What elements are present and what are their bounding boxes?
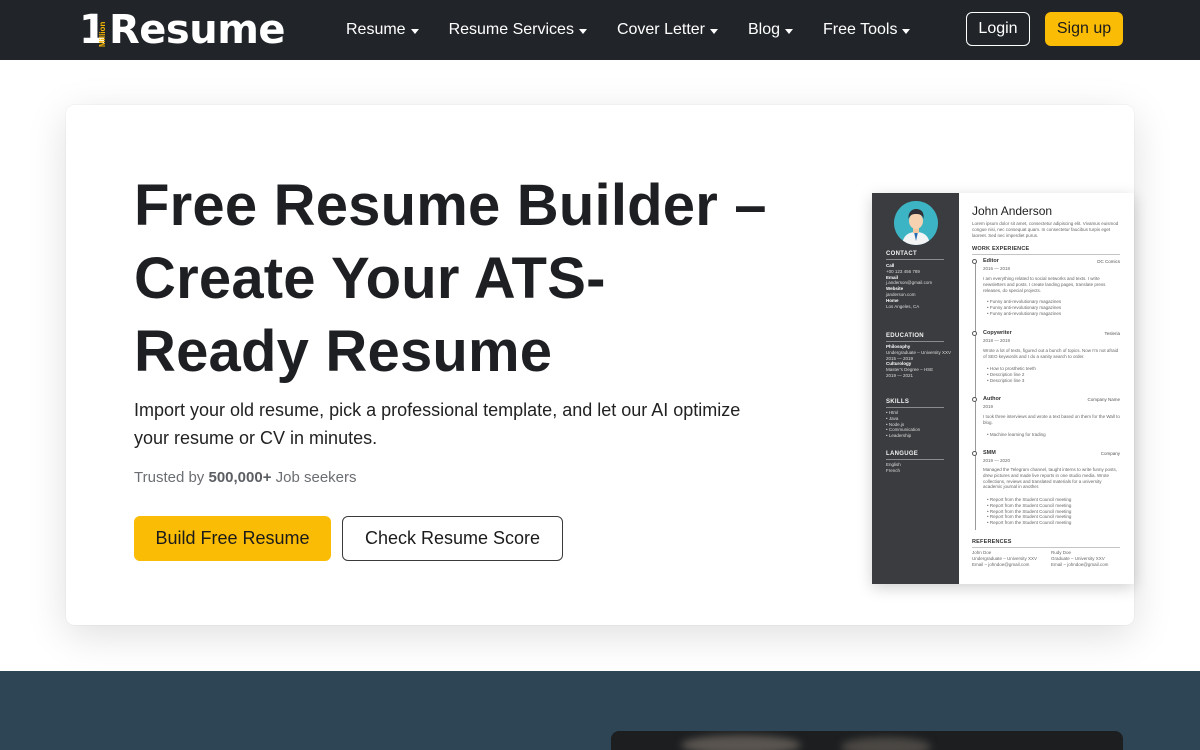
language-list: English French: [886, 462, 901, 473]
divider: [886, 341, 944, 342]
timeline-dot: [972, 451, 977, 456]
hero-card: Free Resume Builder – Create Your ATS-Re…: [66, 105, 1134, 625]
resume-main: John Anderson Lorem ipsum dolor sit amet…: [959, 193, 1134, 584]
menu-item-label: Blog: [748, 21, 781, 38]
email-label: Email: [886, 274, 899, 280]
resume-name: John Anderson: [972, 204, 1053, 218]
menu-item-label: Cover Letter: [616, 21, 705, 38]
edu2-years: 2019 — 2021: [886, 372, 914, 378]
logo-million: Million: [98, 21, 107, 47]
caret-down-icon: [710, 28, 718, 34]
job4-desc: Managed the Telegram channel, taught int…: [983, 467, 1117, 490]
education-heading: EDUCATION: [886, 333, 924, 339]
email-value: j.anderson@gmail.com: [886, 280, 933, 286]
job3-desc: I took three interviews and wrote a text…: [983, 414, 1120, 425]
job1-company: DC Comics: [1097, 259, 1120, 264]
edu1-title: Philosophy: [886, 344, 911, 349]
job4-bullets: • Report from the Student Council meetin…: [987, 497, 1072, 526]
call-label: Call: [886, 263, 895, 268]
website-label: Website: [886, 286, 904, 292]
edu2-title: Culturology: [886, 361, 912, 367]
job4-years: 2019 — 2020: [983, 458, 1011, 463]
check-resume-score-button[interactable]: Check Resume Score: [342, 516, 563, 561]
education-details: Philosophy Undergraduate – University XX…: [886, 344, 952, 379]
references-heading: REFERENCES: [972, 539, 1012, 545]
photo-highlight: [681, 735, 801, 750]
avatar-icon: [894, 201, 938, 245]
timeline-dot: [972, 397, 977, 402]
trusted-suffix: Job seekers: [275, 469, 357, 486]
divider: [886, 459, 944, 460]
main-menu: Resume Resume Services Cover Letter Blog…: [346, 0, 940, 60]
section-photo: [611, 731, 1123, 750]
call-value: +00 123 456 789: [886, 268, 920, 274]
caret-down-icon: [785, 28, 794, 34]
trusted-count: 500,000+: [208, 469, 272, 486]
job3-title: Author: [983, 396, 1002, 402]
hero-subtitle: Import your old resume, pick a professio…: [134, 400, 741, 448]
reference-1: John Doe Undergraduate – University XXV …: [972, 550, 1038, 567]
resume-summary: Lorem ipsum dolor sit amet, consectetur …: [972, 221, 1119, 238]
hero-title: Free Resume Builder – Create Your ATS-Re…: [134, 173, 767, 384]
skills-heading: SKILLS: [886, 399, 910, 405]
resume-sidebar: CONTACT Call +00 123 456 789 Email j.and…: [872, 193, 959, 584]
job1-bullets: • Funny anti-revolutionary magazines • F…: [987, 299, 1062, 316]
job3-years: 2019: [983, 404, 994, 409]
job2-years: 2018 — 2019: [983, 338, 1011, 343]
home-value: Los Angeles, CA: [886, 303, 920, 309]
contact-details: Call +00 123 456 789 Email j.anderson@gm…: [886, 263, 952, 309]
trusted-prefix: Trusted by: [134, 469, 205, 486]
edu2-detail: Master's Degree – HSE: [886, 367, 934, 373]
job1-title: Editor: [983, 258, 999, 264]
menu-item-cover-letter[interactable]: Cover Letter: [617, 21, 718, 39]
resume-template-preview: CONTACT Call +00 123 456 789 Email j.and…: [872, 193, 1134, 584]
work-experience-heading: WORK EXPERIENCE: [972, 246, 1030, 252]
menu-item-label: Resume Services: [448, 21, 574, 38]
caret-down-icon: [410, 28, 419, 34]
edu1-detail: Undergraduate – University XXV: [886, 349, 952, 355]
divider: [972, 254, 1120, 255]
divider: [886, 259, 944, 260]
job1-years: 2016 — 2018: [983, 266, 1011, 271]
logo-word: Resume: [109, 7, 286, 53]
divider: [886, 407, 944, 408]
job4-title: SMM: [983, 450, 996, 456]
timeline-line: [975, 260, 976, 530]
reference-2: Rudy Doe Graduate – University XXV Email…: [1051, 550, 1109, 567]
website-value: janderson.com: [886, 291, 916, 297]
job2-title: Copywriter: [983, 330, 1012, 336]
home-label: Home: [886, 297, 899, 303]
menu-item-resume-services[interactable]: Resume Services: [449, 21, 587, 39]
job3-company: Company Name: [1087, 397, 1120, 402]
job2-desc: Wrote a lot of texts, figured out a bunc…: [983, 348, 1119, 359]
signup-button[interactable]: Sign up: [1045, 12, 1123, 46]
site-logo[interactable]: 1 Million Resume: [79, 6, 289, 52]
edu1-years: 2015 — 2019: [886, 355, 914, 361]
menu-item-label: Free Tools: [823, 21, 898, 38]
skills-list: • Html • Java • Node.js • Communication …: [886, 410, 921, 439]
menu-item-blog[interactable]: Blog: [748, 21, 794, 39]
job4-company: Company: [1100, 451, 1120, 456]
timeline-dot: [972, 259, 977, 264]
photo-highlight: [841, 737, 931, 750]
job2-bullets: • How to prosthetic teeth • Description …: [987, 366, 1036, 383]
top-navbar: 1 Million Resume Resume Resume Services …: [0, 0, 1200, 60]
caret-down-icon: [902, 28, 911, 34]
build-free-resume-button[interactable]: Build Free Resume: [134, 516, 331, 561]
job2-company: Tesleria: [1104, 331, 1120, 336]
divider: [972, 547, 1120, 548]
menu-item-label: Resume: [346, 21, 406, 38]
menu-item-free-tools[interactable]: Free Tools: [823, 21, 911, 39]
login-button[interactable]: Login: [966, 12, 1030, 46]
trusted-by-text: Trusted by 500,000+ Job seekers: [134, 469, 357, 486]
menu-item-resume[interactable]: Resume: [346, 21, 419, 39]
timeline-dot: [972, 331, 977, 336]
job1-desc: I am everything related to social networ…: [983, 276, 1106, 293]
next-section: [0, 671, 1200, 750]
job3-bullets: • Machine learning for trading: [987, 432, 1046, 437]
caret-down-icon: [578, 28, 587, 34]
contact-heading: CONTACT: [886, 251, 917, 257]
language-heading: LANGUGE: [886, 451, 919, 457]
